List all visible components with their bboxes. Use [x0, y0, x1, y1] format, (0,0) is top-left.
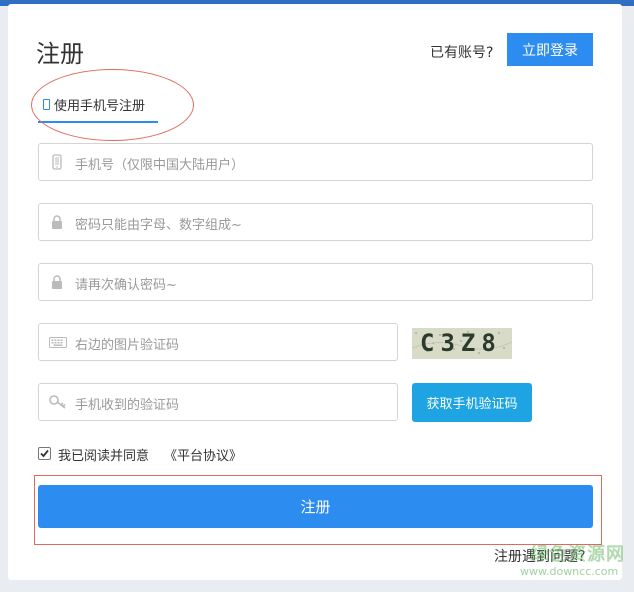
password-confirm-placeholder: 请再次确认密码~: [75, 278, 177, 293]
captcha-placeholder: 右边的图片验证码: [75, 338, 180, 353]
have-account-text: 已有账号?: [430, 45, 494, 61]
lock-icon: [49, 274, 65, 290]
sms-code-field[interactable]: 手机收到的验证码: [38, 383, 398, 421]
login-button[interactable]: 立即登录: [507, 33, 593, 66]
password-placeholder: 密码只能由字母、数字组成~: [75, 218, 242, 233]
key-icon: [49, 394, 66, 410]
password-confirm-field[interactable]: 请再次确认密码~: [38, 263, 593, 301]
agreement-checkbox[interactable]: [38, 447, 51, 460]
annotation-rectangle: [34, 475, 602, 545]
page-title: 注册: [36, 40, 84, 68]
phone-field[interactable]: 手机号（仅限中国大陆用户）: [38, 143, 593, 181]
agreement-text: 我已阅读并同意: [58, 449, 150, 464]
captcha-field[interactable]: 右边的图片验证码: [38, 323, 398, 361]
lock-icon: [49, 214, 65, 230]
mobile-icon: [49, 154, 65, 170]
annotation-ellipse: [31, 69, 194, 141]
get-sms-code-button[interactable]: 获取手机验证码: [412, 383, 532, 422]
platform-agreement-link[interactable]: 《平台协议》: [164, 445, 242, 464]
watermark-text: 绿色资源网: [530, 544, 625, 565]
watermark-url: www.downcc.com: [520, 565, 619, 578]
phone-placeholder: 手机号（仅限中国大陆用户）: [75, 158, 245, 173]
register-panel: 注册 已有账号? 立即登录 使用手机号注册 手机号（仅限中国大陆用户） 密码只能…: [8, 4, 622, 580]
password-field[interactable]: 密码只能由字母、数字组成~: [38, 203, 593, 241]
sms-code-placeholder: 手机收到的验证码: [75, 398, 180, 413]
captcha-image[interactable]: C3Z8: [412, 328, 512, 359]
keyboard-icon: [49, 334, 67, 350]
captcha-text: C3Z8: [420, 329, 502, 357]
